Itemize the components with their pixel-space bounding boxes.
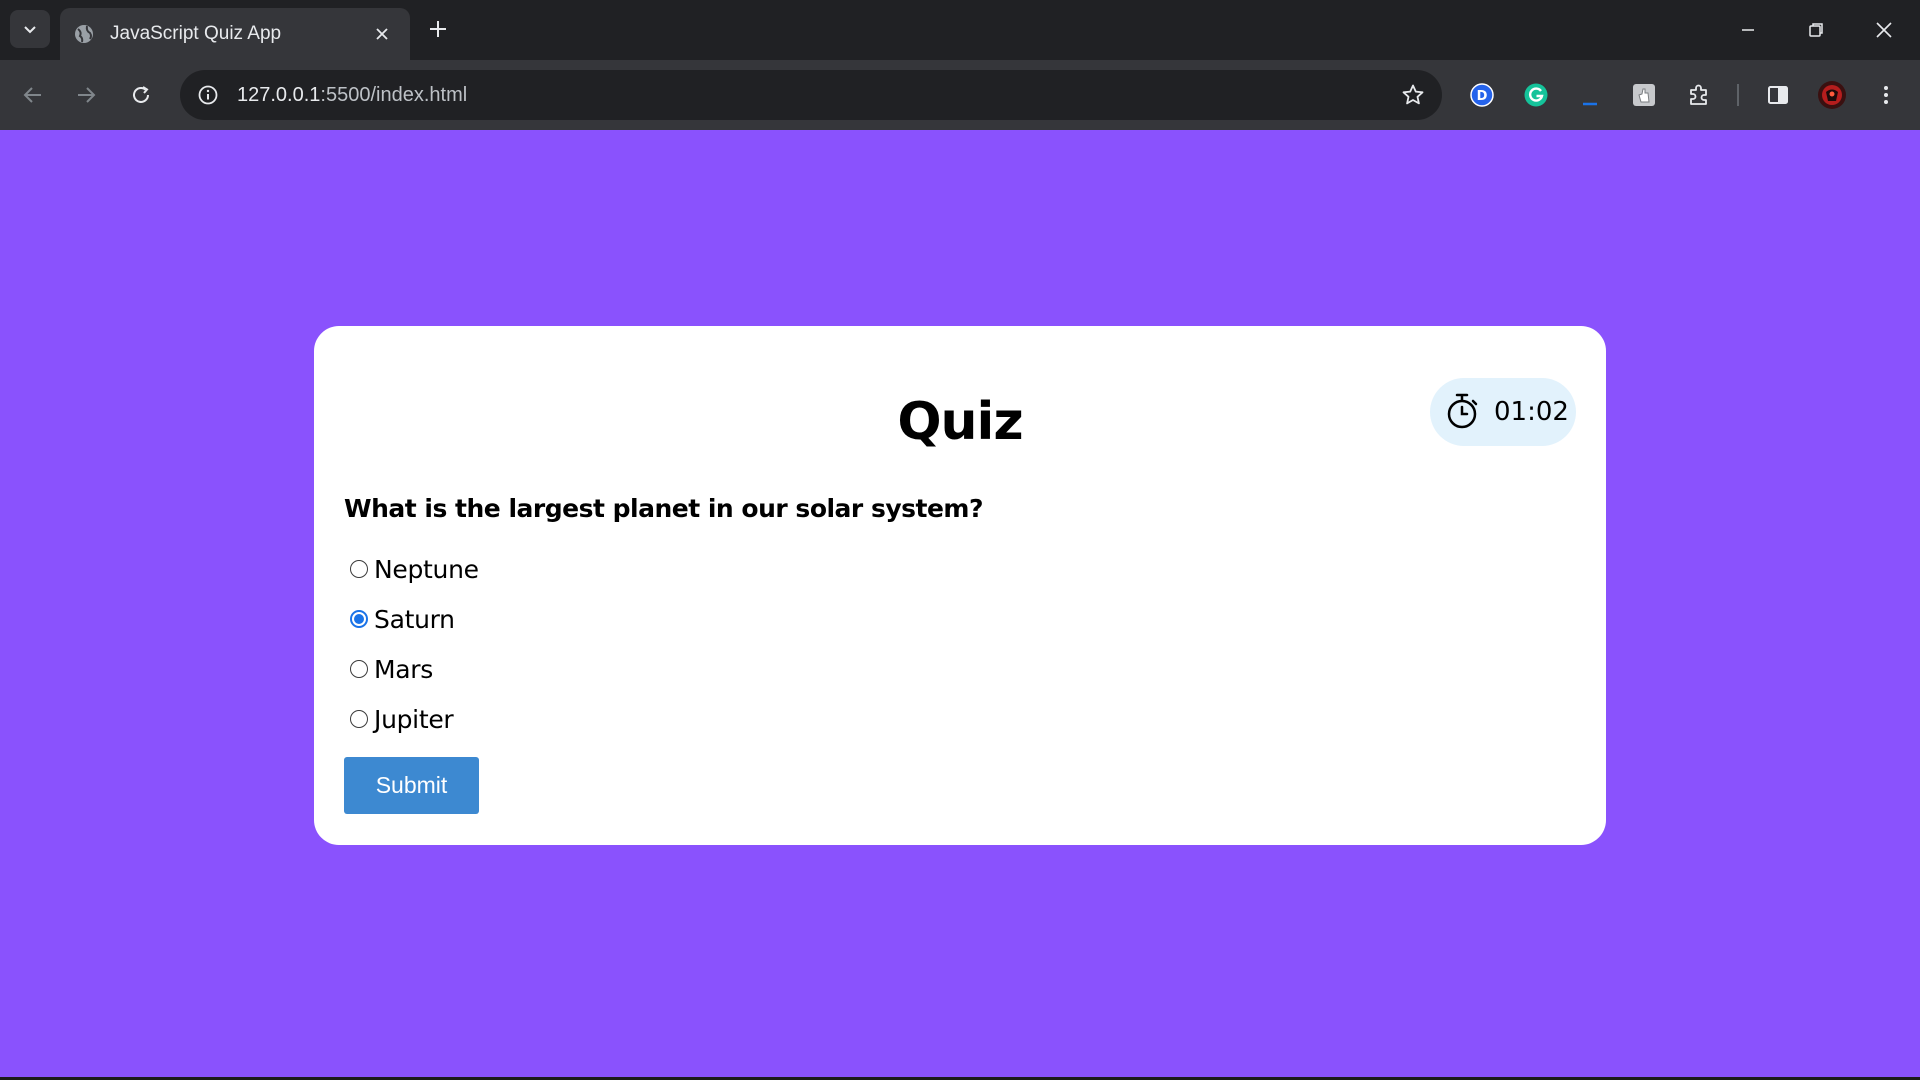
option-label: Jupiter — [374, 704, 454, 734]
restore-icon — [1809, 23, 1823, 37]
tab-search-button[interactable] — [10, 10, 50, 48]
chevron-down-icon — [24, 26, 36, 34]
reload-button[interactable] — [123, 77, 159, 113]
back-icon — [23, 87, 41, 103]
back-button[interactable] — [15, 77, 51, 113]
star-icon — [1402, 84, 1424, 105]
menu-button[interactable] — [1868, 77, 1904, 113]
new-tab-button[interactable] — [423, 14, 453, 44]
grammarly-icon — [1524, 83, 1548, 107]
side-panel-button[interactable] — [1760, 77, 1796, 113]
extension-underscore-icon — [1583, 102, 1597, 106]
quiz-title: Quiz — [897, 392, 1023, 452]
toolbar-divider — [1737, 84, 1739, 106]
profile-button[interactable] — [1814, 77, 1850, 113]
timer-badge: 01:02 — [1430, 378, 1576, 446]
reload-icon — [133, 86, 149, 103]
extension-hand-icon — [1633, 84, 1655, 106]
side-panel-icon — [1768, 86, 1788, 104]
answer-options: Neptune Saturn Mars Jupiter — [350, 544, 479, 744]
url-host: 127.0.0.1 — [237, 83, 321, 106]
forward-button[interactable] — [68, 77, 104, 113]
extension-d-button[interactable]: D — [1464, 77, 1500, 113]
puzzle-icon — [1690, 84, 1707, 105]
extension-hand-button[interactable] — [1626, 77, 1662, 113]
info-icon — [198, 85, 218, 105]
close-icon — [376, 28, 388, 40]
avatar-icon — [1818, 81, 1846, 109]
timer-value: 01:02 — [1494, 397, 1569, 427]
question-text: What is the largest planet in our solar … — [344, 494, 983, 523]
radio-button[interactable] — [350, 660, 368, 678]
url-path: :5500/index.html — [320, 83, 468, 106]
browser-toolbar: 127.0.0.1:5500/index.html D — [0, 60, 1920, 130]
option-label: Saturn — [374, 604, 455, 634]
tab-title: JavaScript Quiz App — [110, 23, 282, 44]
minimize-icon — [1742, 29, 1754, 31]
extensions-button[interactable] — [1681, 77, 1717, 113]
option-jupiter[interactable]: Jupiter — [350, 694, 479, 744]
option-neptune[interactable]: Neptune — [350, 544, 479, 594]
globe-icon — [72, 22, 96, 46]
address-bar[interactable]: 127.0.0.1:5500/index.html — [180, 70, 1442, 120]
active-tab[interactable]: JavaScript Quiz App — [60, 8, 410, 60]
option-saturn[interactable]: Saturn — [350, 594, 479, 644]
extension-underscore-button[interactable] — [1572, 77, 1608, 113]
grammarly-button[interactable] — [1518, 77, 1554, 113]
plus-icon — [430, 21, 446, 37]
extension-d-icon: D — [1470, 83, 1494, 107]
option-label: Neptune — [374, 554, 479, 584]
close-window-icon — [1876, 22, 1892, 38]
option-mars[interactable]: Mars — [350, 644, 479, 694]
url-text: 127.0.0.1:5500/index.html — [237, 84, 467, 107]
radio-button[interactable] — [350, 560, 368, 578]
option-label: Mars — [374, 654, 433, 684]
stopwatch-icon — [1444, 392, 1480, 432]
submit-button[interactable]: Submit — [344, 757, 479, 814]
restore-button[interactable] — [1796, 10, 1836, 50]
minimize-button[interactable] — [1728, 10, 1768, 50]
svg-text:D: D — [1477, 89, 1488, 104]
site-info-button[interactable] — [193, 80, 223, 110]
close-window-button[interactable] — [1864, 10, 1904, 50]
bookmark-button[interactable] — [1398, 80, 1428, 110]
kebab-menu-icon — [1884, 86, 1888, 104]
radio-button[interactable] — [350, 710, 368, 728]
tab-strip: JavaScript Quiz App — [0, 0, 1920, 60]
forward-icon — [78, 87, 96, 103]
tab-close-button[interactable] — [368, 20, 396, 48]
quiz-card: Quiz 01:02 What is the largest planet in… — [314, 326, 1606, 845]
radio-button[interactable] — [350, 610, 368, 628]
